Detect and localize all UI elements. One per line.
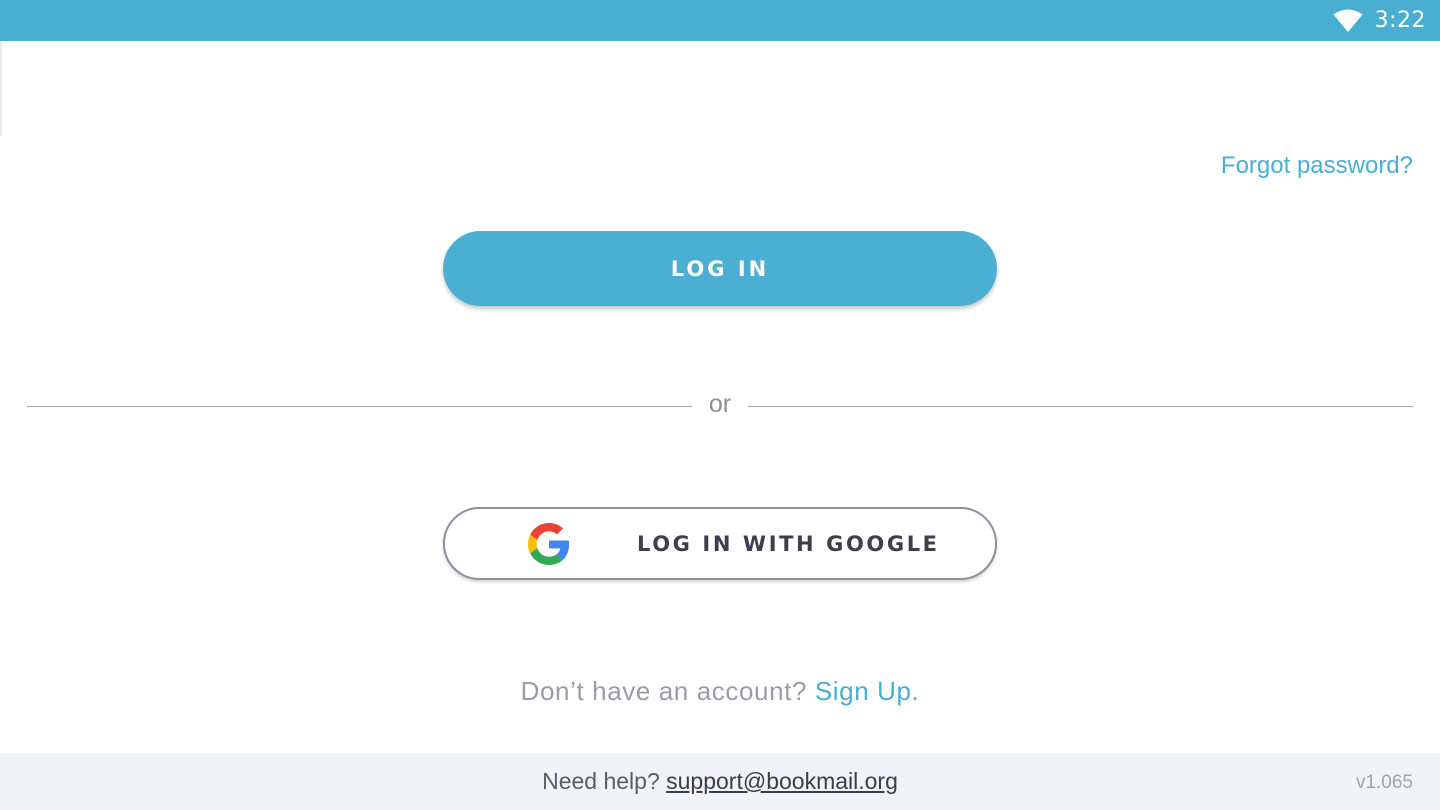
- signup-link[interactable]: Sign Up.: [815, 676, 920, 706]
- signup-row: Don’t have an account? Sign Up.: [0, 676, 1440, 707]
- divider-line-left: [27, 406, 692, 407]
- google-login-label: LOG IN WITH GOOGLE: [637, 531, 940, 556]
- version-label: v1.065: [1355, 772, 1413, 793]
- or-divider: or: [27, 390, 1413, 424]
- login-button[interactable]: LOG IN: [443, 231, 997, 306]
- forgot-password-link[interactable]: Forgot password?: [1221, 152, 1413, 180]
- status-time: 3:22: [1374, 8, 1426, 33]
- google-icon: [528, 523, 570, 565]
- google-login-button[interactable]: LOG IN WITH GOOGLE: [443, 507, 997, 580]
- left-edge-divider: [0, 41, 2, 136]
- status-bar: 3:22: [0, 0, 1440, 41]
- status-indicators: 3:22: [1333, 0, 1426, 41]
- help-row: Need help? support@bookmail.org: [0, 768, 1440, 795]
- divider-line-right: [748, 406, 1413, 407]
- footer: Need help? support@bookmail.org v1.065: [0, 753, 1440, 810]
- divider-text: or: [708, 390, 732, 418]
- wifi-icon: [1333, 9, 1363, 32]
- support-email-link[interactable]: support@bookmail.org: [666, 768, 898, 794]
- help-prompt: Need help?: [542, 768, 660, 794]
- signup-prompt: Don’t have an account?: [520, 676, 808, 706]
